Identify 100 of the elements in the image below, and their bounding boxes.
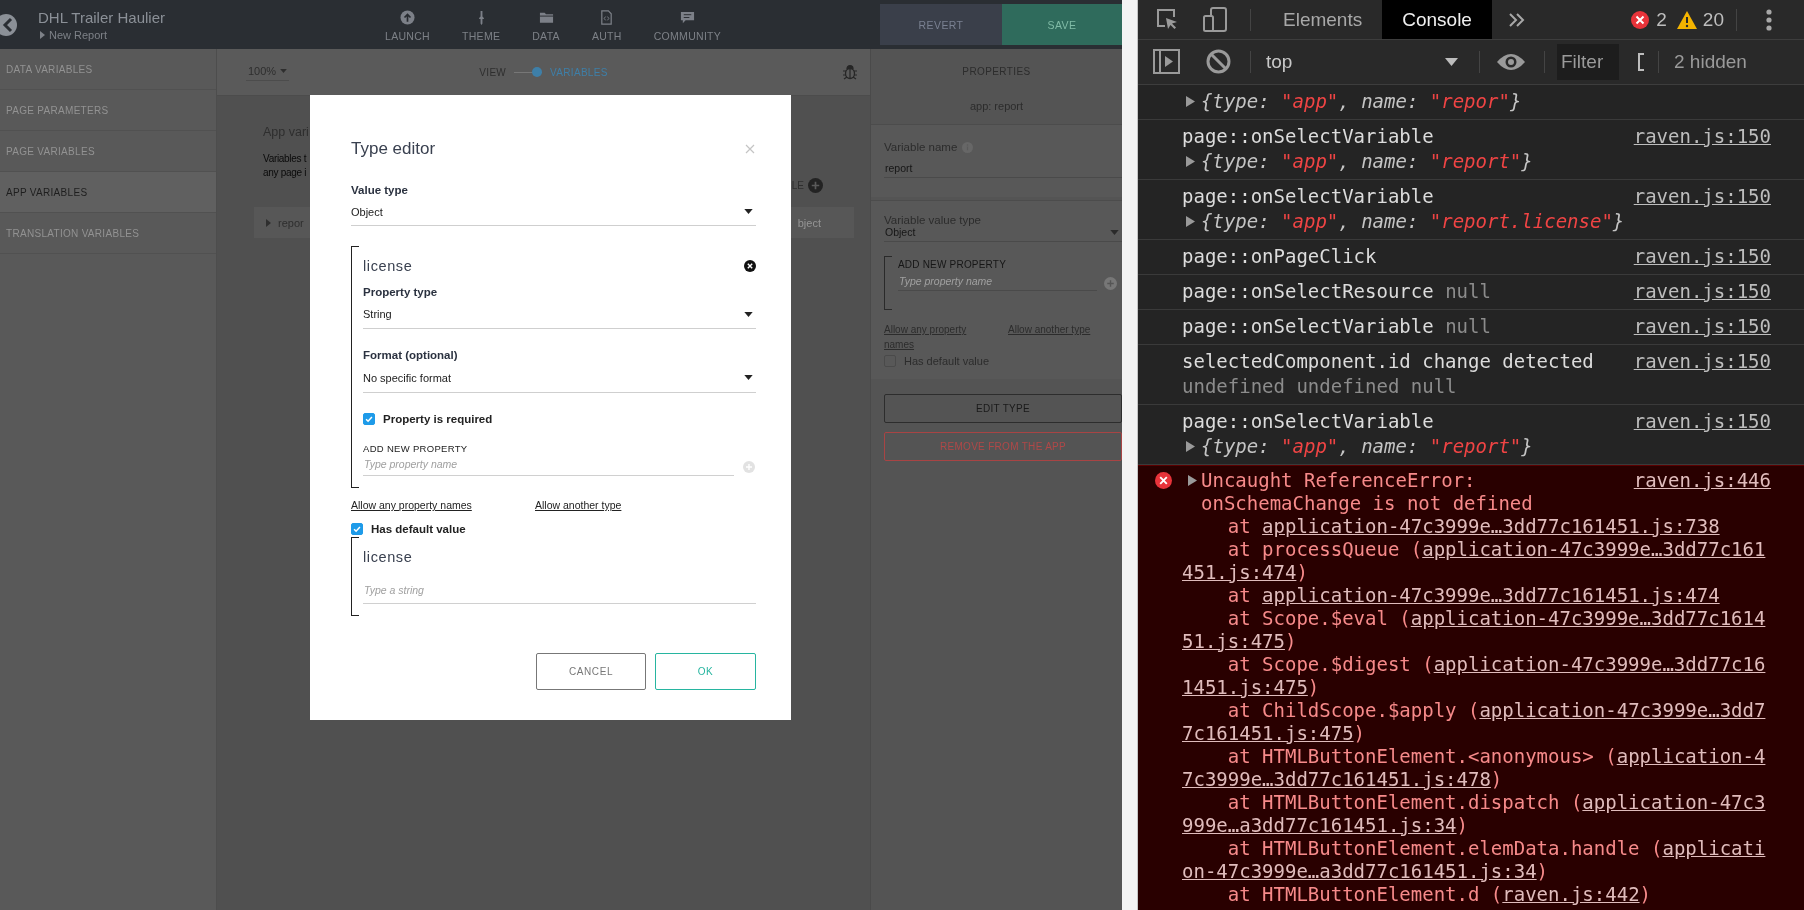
checkbox[interactable] (363, 413, 375, 425)
expand-triangle-icon[interactable] (1186, 216, 1195, 227)
caret-icon (744, 375, 753, 380)
select-field[interactable]: String (363, 300, 756, 329)
field-label: Format (optional) (363, 348, 459, 363)
nav-button[interactable]: AUTH (591, 10, 622, 42)
stack-frame-text: at Scope.$digest ( (1227, 652, 1434, 675)
source-link[interactable]: application-47c3 (1582, 790, 1766, 813)
source-link[interactable]: raven.js:150 (1633, 244, 1771, 269)
bracket-icon[interactable] (1637, 52, 1645, 71)
nav-button[interactable]: COMMUNITY (653, 10, 722, 42)
stack-frame-text: at (1227, 514, 1252, 537)
expand-triangle-icon[interactable] (1186, 156, 1195, 167)
caret-icon (280, 69, 288, 73)
source-link[interactable]: application-47c3999e…3dd77c16 (1433, 652, 1766, 675)
page-name[interactable]: New Report (49, 28, 108, 41)
property-name: license (363, 258, 413, 274)
cancel-button[interactable]: CANCEL (536, 653, 646, 690)
device-icon[interactable] (1203, 7, 1228, 32)
devtools-tab[interactable]: Elements (1263, 0, 1383, 39)
input-field[interactable]: Type property name (898, 275, 1097, 291)
object-preview[interactable]: {type: "app", name: "report.license"} (1201, 209, 1625, 234)
add-property-label: ADD NEW PROPERTY (363, 441, 469, 455)
source-link[interactable]: applicati (1662, 836, 1766, 859)
object-preview[interactable]: {type: "app", name: "repor"} (1201, 89, 1522, 114)
expand-triangle-icon[interactable] (1186, 441, 1195, 452)
nav-button[interactable]: THEME (462, 10, 501, 42)
warning-icon[interactable] (1676, 10, 1697, 29)
link[interactable]: Allow any property names (351, 499, 535, 511)
stack-frame-text: at ChildScope.$apply ( (1227, 698, 1480, 721)
source-link[interactable]: raven.js:150 (1633, 279, 1771, 304)
view-toggle[interactable] (514, 67, 543, 77)
select-field[interactable]: Object (351, 198, 756, 226)
source-link[interactable]: 999e…a3dd77c161451.js:34 (1182, 813, 1457, 836)
source-link[interactable]: raven.js:446 (1633, 468, 1771, 492)
source-link[interactable]: application-47c3999e…3dd77c161451.js:474 (1262, 583, 1720, 606)
source-link[interactable]: 7c3999e…3dd77c161451.js:478 (1182, 767, 1491, 790)
context-select[interactable]: top (1251, 49, 1479, 74)
kebab-menu-icon[interactable] (1766, 8, 1772, 31)
link[interactable]: Allow another type (535, 499, 622, 511)
expand-triangle-icon[interactable] (1188, 474, 1197, 486)
variable-type: bject (797, 216, 821, 229)
closing-paren: ) (1536, 859, 1549, 882)
source-link[interactable]: on-47c3999e…a3dd77c161451.js:34 (1182, 859, 1537, 882)
source-link[interactable]: 451.js:474 (1182, 560, 1297, 583)
log-message: page::onSelectVariable (1182, 125, 1434, 147)
source-link[interactable]: raven.js:442 (1502, 882, 1640, 905)
sidebar-toggle-icon[interactable] (1153, 49, 1180, 75)
stack-frame-text: at HTMLButtonElement.<anonymous> ( (1227, 744, 1617, 767)
caret-icon (1110, 229, 1119, 235)
log-message: page::onSelectVariable (1182, 410, 1434, 432)
source-link[interactable]: raven.js:150 (1633, 349, 1771, 374)
field-label: Value type (351, 183, 409, 198)
more-tabs-icon[interactable] (1507, 11, 1526, 28)
source-link[interactable]: application-47c3999e…3dd77c161 (1422, 537, 1766, 560)
object-preview[interactable]: {type: "app", name: "report"} (1201, 149, 1533, 174)
error-icon[interactable] (1631, 10, 1650, 29)
closing-paren: ) (1490, 767, 1503, 790)
remove-circle-icon[interactable] (744, 260, 756, 272)
checkbox[interactable] (351, 523, 363, 535)
caret-icon (1445, 56, 1458, 67)
source-link[interactable]: 7c161451.js:475 (1182, 721, 1354, 744)
source-link[interactable]: application-47c3999e…3dd77c161451.js:738 (1262, 514, 1720, 537)
error-count[interactable]: 2 (1656, 8, 1667, 31)
nav-button[interactable]: DATA (532, 10, 560, 42)
stack-frame-text: at HTMLButtonElement.d ( (1227, 882, 1503, 905)
app-title: DHL Trailer Haulier (38, 8, 166, 26)
code-file-icon (599, 10, 615, 25)
source-link[interactable]: application-47c3999e…3dd7 (1479, 698, 1766, 721)
log-message: selectedComponent.id change detected undefined undefined null (1182, 350, 1594, 397)
select-field[interactable]: No specific format (363, 363, 756, 393)
expand-triangle-icon (266, 218, 271, 227)
warning-count[interactable]: 20 (1702, 8, 1724, 31)
checkbox-label: Has default value (371, 523, 466, 535)
source-link[interactable]: 1451.js:475 (1182, 675, 1308, 698)
filter-field[interactable]: Filter (1557, 43, 1619, 80)
closing-paren: ) (1307, 675, 1320, 698)
stack-frame-text: at HTMLButtonElement.elemData.handle ( (1227, 836, 1663, 859)
log-message: page::onSelectVariable (1182, 185, 1434, 207)
source-link[interactable]: 51.js:475 (1182, 629, 1285, 652)
source-link[interactable]: raven.js:150 (1633, 314, 1771, 339)
source-link[interactable]: application-4 (1616, 744, 1766, 767)
devtools-tab[interactable]: Console (1382, 0, 1492, 39)
clear-console-icon[interactable] (1206, 49, 1231, 75)
dialog-title: Type editor (351, 139, 436, 159)
error-icon (1154, 471, 1172, 489)
eye-icon[interactable] (1496, 51, 1526, 72)
expand-triangle-icon (40, 30, 45, 39)
hidden-count[interactable]: 2 hidden (1674, 50, 1747, 73)
source-link[interactable]: application-47c3999e…3dd77c1614 (1410, 606, 1766, 629)
field-label: Property type (363, 285, 439, 300)
nav-button[interactable]: LAUNCH (385, 10, 430, 42)
source-link[interactable]: raven.js:150 (1633, 184, 1771, 209)
log-message: page::onPageClick (1182, 245, 1377, 267)
object-preview[interactable]: {type: "app", name: "report"} (1201, 434, 1533, 459)
group-bracket (884, 256, 892, 310)
expand-triangle-icon[interactable] (1186, 96, 1195, 107)
source-link[interactable]: raven.js:150 (1633, 409, 1771, 434)
source-link[interactable]: raven.js:150 (1633, 124, 1771, 149)
property-name: license (363, 549, 413, 565)
